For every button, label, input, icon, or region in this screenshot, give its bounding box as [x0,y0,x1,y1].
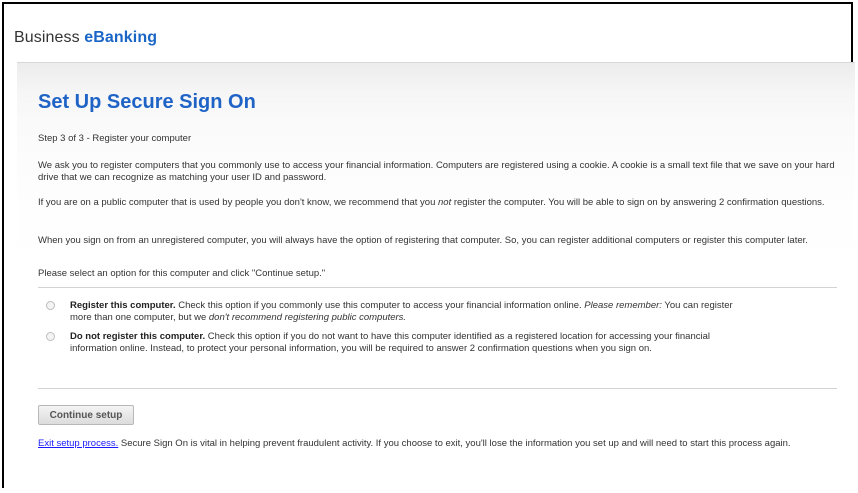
brand-accent: eBanking [84,29,158,46]
register-option-label: Register this computer. [70,300,176,311]
do-not-register-option-label: Do not register this computer. [70,331,206,342]
public-note-emphasis: not [438,197,452,208]
exit-setup-link[interactable]: Exit setup process. [38,438,118,449]
page-frame: Business eBanking Set Up Secure Sign On … [2,2,855,493]
step-indicator: Step 3 of 3 - Register your computer [38,133,192,144]
public-note-part-a: If you are on a public computer that is … [38,197,438,208]
exit-note: Exit setup process. Secure Sign On is vi… [38,438,838,450]
page-title: Set Up Secure Sign On [38,91,256,113]
register-radio[interactable] [46,301,55,310]
register-desc-em1: Please remember: [584,300,662,311]
instruction-text: Please select an option for this compute… [38,268,326,279]
public-note-part-b: register the computer. You will be able … [451,197,825,208]
register-desc-a: Check this option if you commonly use th… [175,300,585,311]
brand-prefix: Business [14,29,85,46]
setup-panel: Set Up Secure Sign On Step 3 of 3 - Regi… [17,62,855,493]
divider-top [38,287,837,288]
do-not-register-option-text: Do not register this computer. Check thi… [70,331,750,354]
unregistered-note: When you sign on from an unregistered co… [38,235,808,246]
exit-note-text: Secure Sign On is vital in helping preve… [118,438,791,449]
continue-setup-button[interactable]: Continue setup [38,405,134,425]
register-option-text: Register this computer. Check this optio… [70,300,750,323]
divider-bottom [38,388,837,389]
do-not-register-radio[interactable] [46,332,55,341]
public-computer-note: If you are on a public computer that is … [38,197,838,209]
intro-paragraph: We ask you to register computers that yo… [38,160,835,183]
brand-logo: Business eBanking [14,29,157,47]
register-desc-em2: don't recommend registering public compu… [208,311,407,323]
